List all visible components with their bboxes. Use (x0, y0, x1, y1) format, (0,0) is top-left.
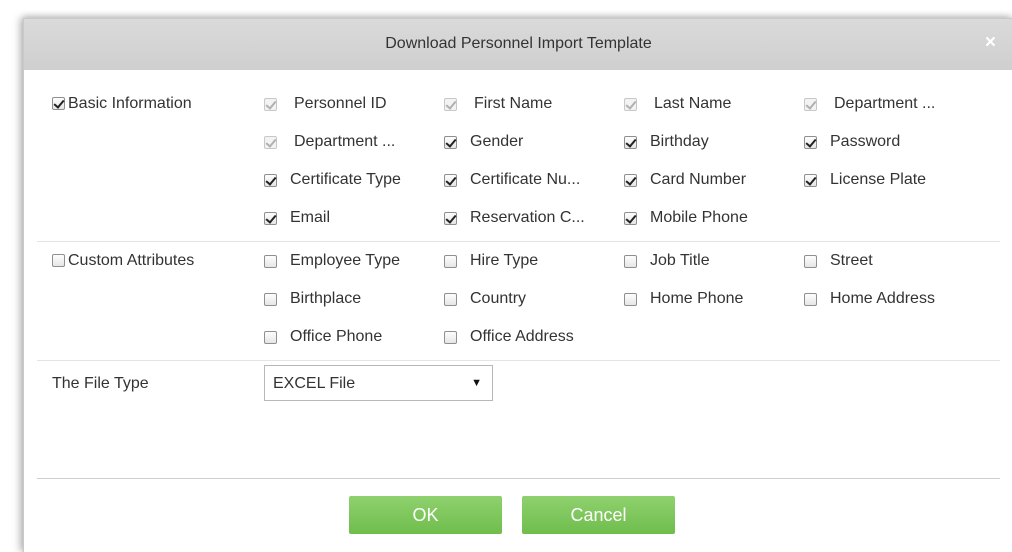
field-label: Certificate Type (290, 171, 401, 188)
field-label: Birthday (650, 133, 709, 150)
field-mobile-phone[interactable]: Mobile Phone (624, 209, 748, 227)
custom-attributes-label: Custom Attributes (68, 252, 195, 269)
field-reservation-code[interactable]: Reservation C... (444, 209, 585, 227)
field-certificate-number[interactable]: Certificate Nu... (444, 171, 580, 189)
field-street[interactable]: Street (804, 252, 873, 270)
close-icon[interactable]: × (985, 32, 996, 54)
field-label: Department ... (834, 95, 936, 112)
field-checkbox[interactable] (624, 211, 637, 225)
field-birthday[interactable]: Birthday (624, 133, 709, 151)
dialog-title: Download Personnel Import Template (385, 35, 652, 52)
field-label: Birthplace (290, 290, 362, 307)
field-card-number[interactable]: Card Number (624, 171, 746, 189)
field-label: Reservation C... (470, 209, 585, 226)
field-label: Home Address (830, 290, 935, 307)
field-office-phone[interactable]: Office Phone (264, 328, 382, 346)
field-label: Employee Type (290, 252, 400, 269)
file-type-value: EXCEL File (273, 375, 356, 392)
basic-information-checkbox[interactable] (52, 97, 65, 111)
basic-information-toggle[interactable]: Basic Information (52, 95, 192, 113)
field-checkbox[interactable] (624, 135, 637, 149)
field-checkbox[interactable] (264, 173, 277, 187)
field-checkbox[interactable] (444, 254, 457, 268)
field-label: Password (830, 133, 901, 150)
field-label: Department ... (294, 133, 396, 150)
chevron-down-icon: ▼ (471, 377, 482, 389)
field-birthplace[interactable]: Birthplace (264, 290, 361, 308)
field-checkbox[interactable] (804, 135, 817, 149)
field-certificate-type[interactable]: Certificate Type (264, 171, 401, 189)
field-checkbox[interactable] (624, 254, 637, 268)
dialog-title-bar: Download Personnel Import Template × (24, 19, 1012, 70)
field-checkbox[interactable] (444, 135, 457, 149)
custom-attributes-checkbox[interactable] (52, 254, 65, 268)
field-label: Personnel ID (294, 95, 387, 112)
field-checkbox (444, 97, 457, 111)
custom-attributes-toggle[interactable]: Custom Attributes (52, 252, 194, 270)
field-department-2: Department ... (264, 133, 395, 151)
field-label: Hire Type (470, 252, 539, 269)
field-office-address[interactable]: Office Address (444, 328, 574, 346)
field-label: Home Phone (650, 290, 744, 307)
field-checkbox[interactable] (444, 173, 457, 187)
field-gender[interactable]: Gender (444, 133, 523, 151)
field-checkbox (624, 97, 637, 111)
field-label: Email (290, 209, 331, 226)
field-employee-type[interactable]: Employee Type (264, 252, 400, 270)
field-password[interactable]: Password (804, 133, 900, 151)
field-label: Gender (470, 133, 524, 150)
field-checkbox[interactable] (624, 173, 637, 187)
field-label: Certificate Nu... (470, 171, 581, 188)
field-checkbox[interactable] (804, 254, 817, 268)
field-checkbox[interactable] (264, 211, 277, 225)
import-template-dialog: Download Personnel Import Template × Bas… (23, 18, 1012, 552)
field-first-name: First Name (444, 95, 552, 113)
field-checkbox[interactable] (804, 173, 817, 187)
field-last-name: Last Name (624, 95, 731, 113)
file-type-label: The File Type (52, 375, 149, 392)
field-checkbox (264, 97, 277, 111)
section-divider (37, 241, 1000, 242)
field-label: Last Name (654, 95, 732, 112)
field-label: Mobile Phone (650, 209, 748, 226)
field-hire-type[interactable]: Hire Type (444, 252, 538, 270)
field-checkbox[interactable] (264, 330, 277, 344)
file-type-select[interactable]: EXCEL File ▼ (264, 365, 493, 401)
field-label: Country (470, 290, 527, 307)
field-department-1: Department ... (804, 95, 935, 113)
field-checkbox[interactable] (264, 254, 277, 268)
field-checkbox (804, 97, 817, 111)
field-checkbox (264, 135, 277, 149)
field-label: Office Address (470, 328, 574, 345)
field-checkbox[interactable] (624, 292, 637, 306)
field-label: License Plate (830, 171, 927, 188)
field-checkbox[interactable] (444, 292, 457, 306)
field-label: Office Phone (290, 328, 383, 345)
ok-button[interactable]: OK (349, 496, 502, 534)
field-label: Job Title (650, 252, 710, 269)
field-label: First Name (474, 95, 553, 112)
field-label: Card Number (650, 171, 747, 188)
field-license-plate[interactable]: License Plate (804, 171, 926, 189)
field-checkbox[interactable] (444, 330, 457, 344)
footer-divider (37, 478, 1000, 479)
field-checkbox[interactable] (444, 211, 457, 225)
field-checkbox[interactable] (264, 292, 277, 306)
field-country[interactable]: Country (444, 290, 526, 308)
field-job-title[interactable]: Job Title (624, 252, 710, 270)
field-checkbox[interactable] (804, 292, 817, 306)
cancel-button[interactable]: Cancel (522, 496, 675, 534)
field-email[interactable]: Email (264, 209, 330, 227)
field-label: Street (830, 252, 873, 269)
basic-information-label: Basic Information (68, 95, 192, 112)
field-personnel-id: Personnel ID (264, 95, 387, 113)
field-home-phone[interactable]: Home Phone (624, 290, 743, 308)
section-divider (37, 360, 1000, 361)
field-home-address[interactable]: Home Address (804, 290, 935, 308)
